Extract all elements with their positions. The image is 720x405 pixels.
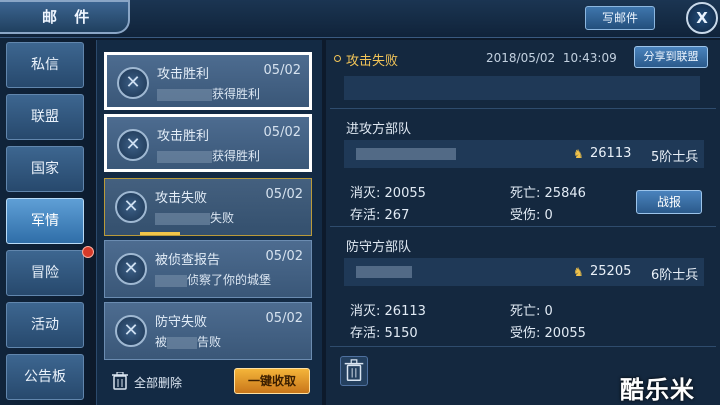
crossed-swords-icon: ✕: [115, 253, 147, 285]
crossed-swords-icon: ✕: [117, 129, 149, 161]
defender-row: ♞ 25205 6阶士兵: [344, 258, 704, 286]
close-icon: X: [696, 9, 708, 27]
defender-wounded: 受伤: 20055: [510, 326, 586, 341]
mail-item[interactable]: ✕ 攻击胜利 05/02 获得胜利: [104, 52, 312, 110]
mail-date: 05/02: [265, 311, 303, 326]
delete-all-label[interactable]: 全部删除: [134, 374, 182, 391]
defender-section-title: 防守方部队: [346, 240, 412, 255]
bullet-icon: [334, 55, 341, 62]
attacker-row: ♞ 26113 5阶士兵: [344, 140, 704, 168]
defender-killed: 消灭: 26113: [350, 304, 426, 319]
report-datetime: 2018/05/02 10:43:09: [486, 51, 617, 65]
report-title: 攻击失败: [346, 54, 399, 69]
attacker-power: 26113: [590, 146, 632, 161]
attacker-section-title: 进攻方部队: [346, 122, 412, 137]
sidebar-item-events[interactable]: 活动: [6, 302, 84, 348]
delete-report-button[interactable]: [340, 356, 368, 386]
sidebar-item-military[interactable]: 军情: [6, 198, 84, 244]
collect-all-button[interactable]: 一键收取: [234, 368, 310, 394]
soldier-power-icon: ♞: [573, 147, 584, 161]
sidebar-item-private[interactable]: 私信: [6, 42, 84, 88]
mail-title: 防守失败: [155, 315, 208, 330]
attacker-alive: 存活: 267: [350, 208, 410, 223]
redacted-name: [157, 150, 212, 163]
write-mail-button[interactable]: 写邮件: [585, 6, 655, 30]
attacker-killed: 消灭: 20055: [350, 186, 426, 201]
mail-title: 攻击胜利: [157, 129, 210, 144]
watermark: 酷乐米: [620, 376, 695, 404]
mail-date: 05/02: [263, 125, 301, 140]
mail-date: 05/02: [263, 63, 301, 78]
defender-tier: 6阶士兵: [651, 268, 699, 283]
mail-date: 05/02: [265, 249, 303, 264]
sidebar-item-bulletin[interactable]: 公告板: [6, 354, 84, 400]
mail-subtitle: 侦察了你的城堡: [155, 271, 271, 288]
mail-subtitle: 被告败: [155, 335, 222, 349]
mail-subtitle: 获得胜利: [157, 147, 260, 164]
mail-title: 攻击胜利: [157, 67, 210, 82]
share-to-alliance-button[interactable]: 分享到联盟: [634, 46, 708, 68]
redacted-name: [155, 212, 210, 225]
mail-title: 攻击失败: [155, 191, 208, 206]
sidebar-item-adventure[interactable]: 冒险: [6, 250, 84, 296]
attacker-dead: 死亡: 25846: [510, 186, 586, 201]
battle-report-button[interactable]: 战报: [636, 190, 702, 214]
trash-icon: [344, 359, 364, 382]
sidebar-item-alliance[interactable]: 联盟: [6, 94, 84, 140]
defender-power: 25205: [590, 264, 632, 279]
page-title: 邮 件: [42, 8, 96, 26]
mail-item[interactable]: ✕ 防守失败 05/02 被告败: [104, 302, 312, 360]
sidebar-item-nation[interactable]: 国家: [6, 146, 84, 192]
mail-date: 05/02: [265, 187, 303, 202]
mail-item[interactable]: ✕ 被侦查报告 05/02 侦察了你的城堡: [104, 240, 312, 298]
redacted-player-name: [356, 266, 412, 278]
read-indicator: [140, 232, 180, 235]
attacker-wounded: 受伤: 0: [510, 208, 553, 223]
mail-subtitle: 获得胜利: [157, 85, 260, 102]
report-message-bar: [344, 76, 700, 100]
divider: [330, 346, 716, 347]
defender-alive: 存活: 5150: [350, 326, 418, 341]
crossed-swords-icon: ✕: [115, 315, 147, 347]
crossed-swords-icon: ✕: [115, 191, 147, 223]
defender-dead: 死亡: 0: [510, 304, 553, 319]
mail-subtitle: 失败: [155, 209, 234, 226]
trash-icon[interactable]: [112, 372, 128, 390]
mail-title: 被侦查报告: [155, 253, 221, 268]
divider: [330, 226, 716, 227]
redacted-name: [167, 336, 198, 349]
divider: [330, 108, 716, 109]
mail-item[interactable]: ✕ 攻击失败 05/02 失败: [104, 178, 312, 236]
close-button[interactable]: X: [686, 2, 718, 34]
soldier-power-icon: ♞: [573, 265, 584, 279]
redacted-name: [155, 274, 187, 287]
notification-dot: [82, 246, 94, 258]
redacted-player-name: [356, 148, 456, 160]
mail-item[interactable]: ✕ 攻击胜利 05/02 获得胜利: [104, 114, 312, 172]
attacker-tier: 5阶士兵: [651, 150, 699, 165]
redacted-name: [157, 88, 212, 101]
crossed-swords-icon: ✕: [117, 67, 149, 99]
